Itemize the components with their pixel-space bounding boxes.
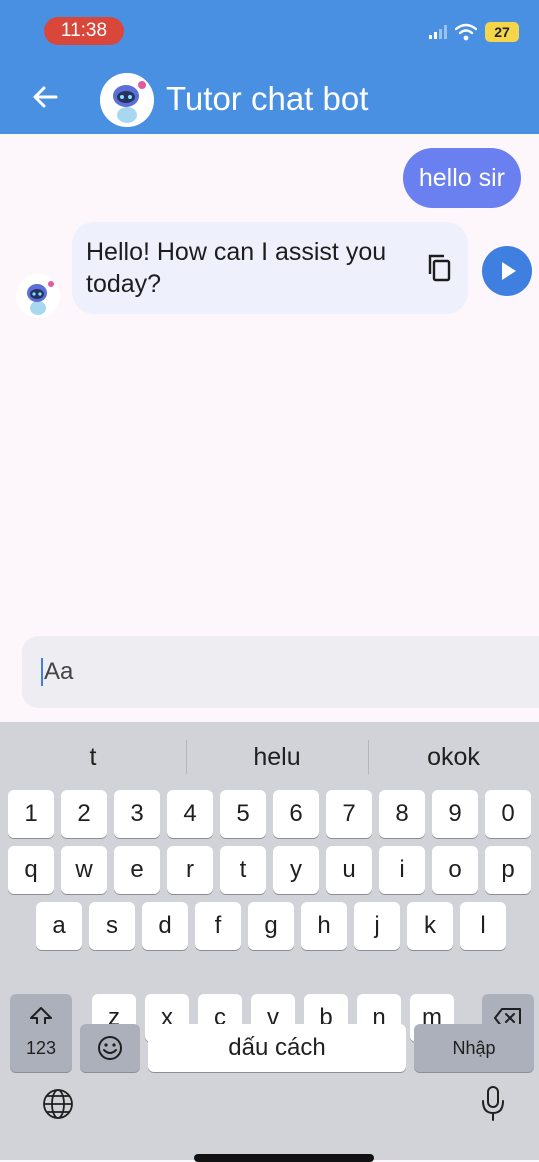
key-u[interactable]: u — [326, 846, 372, 894]
back-arrow-icon[interactable] — [28, 80, 62, 114]
status-icons: 27 — [429, 20, 519, 44]
key-1[interactable]: 1 — [8, 790, 54, 838]
emoji-key[interactable] — [80, 1024, 140, 1072]
emoji-icon — [98, 1036, 122, 1060]
message-input[interactable]: Aa — [22, 636, 539, 708]
key-8[interactable]: 8 — [379, 790, 425, 838]
key-g[interactable]: g — [248, 902, 294, 950]
battery-indicator: 27 — [485, 22, 519, 42]
key-p[interactable]: p — [485, 846, 531, 894]
key-f[interactable]: f — [195, 902, 241, 950]
play-audio-button[interactable] — [482, 246, 532, 296]
key-q[interactable]: q — [8, 846, 54, 894]
user-message-bubble: hello sir — [402, 148, 521, 208]
key-t[interactable]: t — [220, 846, 266, 894]
on-screen-keyboard: t helu okok 1234567890 qwertyuiop asdfgh… — [0, 722, 539, 1160]
key-o[interactable]: o — [432, 846, 478, 894]
play-icon — [502, 262, 516, 280]
key-l[interactable]: l — [460, 902, 506, 950]
status-time: 11:38 — [44, 17, 124, 45]
copy-icon[interactable] — [424, 252, 456, 284]
text-caret — [41, 658, 43, 686]
wifi-icon — [455, 23, 477, 41]
key-s[interactable]: s — [89, 902, 135, 950]
key-e[interactable]: e — [114, 846, 160, 894]
key-3[interactable]: 3 — [114, 790, 160, 838]
key-d[interactable]: d — [142, 902, 188, 950]
key-j[interactable]: j — [354, 902, 400, 950]
numbers-key[interactable]: 123 — [10, 1024, 72, 1072]
space-key[interactable]: dấu cách — [148, 1024, 406, 1072]
bot-avatar-icon — [16, 274, 60, 318]
cellular-signal-icon — [429, 25, 447, 39]
bot-message-bubble: Hello! How can I assist you today? — [72, 222, 468, 314]
key-6[interactable]: 6 — [273, 790, 319, 838]
key-9[interactable]: 9 — [432, 790, 478, 838]
key-w[interactable]: w — [61, 846, 107, 894]
home-indicator — [194, 1154, 374, 1162]
key-0[interactable]: 0 — [485, 790, 531, 838]
message-input-placeholder: Aa — [44, 658, 74, 685]
key-7[interactable]: 7 — [326, 790, 372, 838]
app-bar: 11:38 27 Tutor chat bot — [0, 0, 539, 134]
key-5[interactable]: 5 — [220, 790, 266, 838]
key-k[interactable]: k — [407, 902, 453, 950]
suggestion-3[interactable]: okok — [368, 722, 539, 792]
key-r[interactable]: r — [167, 846, 213, 894]
globe-icon[interactable] — [40, 1086, 76, 1122]
page-title: Tutor chat bot — [166, 80, 369, 117]
key-y[interactable]: y — [273, 846, 319, 894]
key-a[interactable]: a — [36, 902, 82, 950]
key-i[interactable]: i — [379, 846, 425, 894]
robot-avatar-icon — [100, 73, 154, 127]
suggestion-1[interactable]: t — [0, 722, 186, 792]
key-2[interactable]: 2 — [61, 790, 107, 838]
key-4[interactable]: 4 — [167, 790, 213, 838]
microphone-icon[interactable] — [478, 1084, 508, 1124]
bot-message-text: Hello! How can I assist you today? — [86, 238, 387, 298]
return-key[interactable]: Nhập — [414, 1024, 534, 1072]
key-h[interactable]: h — [301, 902, 347, 950]
suggestion-2[interactable]: helu — [186, 722, 368, 792]
